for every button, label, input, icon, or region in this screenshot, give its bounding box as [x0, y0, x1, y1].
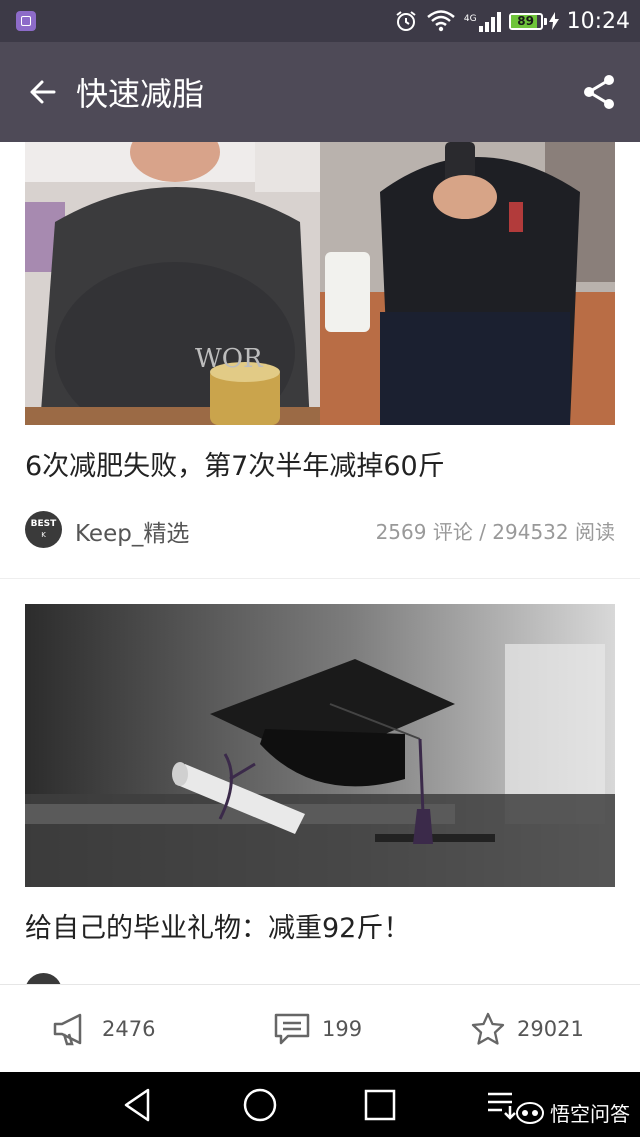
share-count: 2476 — [102, 1017, 156, 1041]
divider — [0, 578, 640, 579]
back-nav-icon[interactable] — [118, 1086, 158, 1124]
article-stats: 2569 评论 / 294532 阅读 — [375, 520, 615, 544]
avatar-text: BEST — [30, 519, 57, 529]
clock: 10:24 — [566, 8, 630, 34]
action-bar: 2476 199 29021 — [0, 984, 640, 1072]
article-title[interactable]: 给自己的毕业礼物：减重92斤！ — [25, 909, 410, 949]
wukong-logo-icon — [516, 1101, 544, 1124]
cellular-signal-icon: 4G — [464, 10, 501, 32]
back-arrow-icon[interactable] — [22, 70, 66, 114]
article-image[interactable]: WOR — [25, 142, 615, 425]
charging-icon — [548, 12, 559, 30]
svg-text:WOR: WOR — [195, 344, 264, 374]
status-bar: 4G 89 10:24 — [0, 0, 640, 42]
share-action[interactable]: 2476 — [52, 985, 155, 1073]
share-icon[interactable] — [580, 72, 620, 112]
author-row: BEST K Keep_精选 2569 评论 / 294532 阅读 — [25, 510, 615, 550]
article-card[interactable]: 给自己的毕业礼物：减重92斤！ — [0, 604, 640, 984]
app-bar: 快速减脂 — [0, 42, 640, 142]
network-type: 4G — [463, 14, 477, 24]
comment-count: 199 — [322, 1017, 363, 1041]
avatar-subtext: K — [41, 531, 46, 539]
page-title: 快速减脂 — [76, 75, 205, 113]
article-title[interactable]: 6次减肥失败，第7次半年减掉60斤 — [25, 447, 445, 487]
article-image[interactable] — [25, 604, 615, 887]
megaphone-icon — [53, 1013, 82, 1046]
author-row — [25, 972, 615, 984]
author-name[interactable]: Keep_精选 — [75, 514, 189, 548]
article-card[interactable]: WOR 6次减肥失败，第7次半年减掉60斤 BEST K Keep_精选 256… — [0, 142, 640, 577]
comment-action[interactable]: 199 — [274, 985, 362, 1073]
system-nav-bar: 悟空问答 — [0, 1072, 640, 1137]
app-notification-icon — [16, 11, 36, 31]
comment-icon — [274, 1013, 310, 1045]
watermark: 悟空问答 — [516, 1098, 630, 1127]
home-nav-icon[interactable] — [240, 1086, 280, 1124]
battery-icon: 89 — [508, 12, 559, 30]
star-icon — [471, 1012, 505, 1045]
wifi-icon — [427, 10, 455, 32]
status-icons: 4G 89 10:24 — [394, 6, 630, 36]
favorite-action[interactable]: 29021 — [471, 985, 584, 1073]
watermark-text: 悟空问答 — [550, 1102, 630, 1126]
alarm-icon — [396, 11, 416, 31]
avatar[interactable]: BEST K — [25, 511, 62, 548]
battery-level: 89 — [517, 13, 534, 28]
article-feed[interactable]: WOR 6次减肥失败，第7次半年减掉60斤 BEST K Keep_精选 256… — [0, 142, 640, 984]
favorite-count: 29021 — [517, 1017, 584, 1041]
recents-nav-icon[interactable] — [360, 1086, 400, 1124]
avatar[interactable] — [25, 973, 62, 984]
